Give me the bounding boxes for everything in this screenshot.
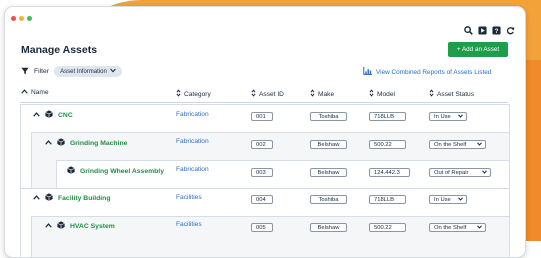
table-row-name[interactable]: Facility Building: [33, 193, 111, 203]
header-divider: [20, 102, 508, 103]
chevron-up-icon[interactable]: [45, 139, 52, 147]
combined-report-link[interactable]: View Combined Reports of Assets Listed: [363, 67, 491, 77]
column-header-label: Name: [31, 89, 49, 96]
column-header-label: Asset ID: [259, 90, 284, 98]
status-value: Out of Repair: [434, 169, 469, 176]
status-select[interactable]: On the Shelf: [429, 140, 486, 149]
asset-name-link[interactable]: Grinding Wheel Assembly: [80, 168, 164, 175]
page-title: Manage Assets: [21, 44, 98, 56]
sort-icon: [310, 89, 315, 99]
maximize-dot[interactable]: [27, 16, 32, 21]
close-dot[interactable]: [11, 16, 16, 21]
chevron-down-icon: [458, 113, 463, 120]
asset-id-field[interactable]: 004: [251, 195, 273, 204]
status-select[interactable]: In Use: [429, 112, 467, 121]
filter-chip-label: Asset Information: [60, 68, 107, 75]
asset-name-link[interactable]: Grinding Machine: [70, 140, 127, 147]
report-link-label: View Combined Reports of Assets Listed: [376, 68, 492, 76]
make-field[interactable]: Belshaw: [310, 140, 347, 149]
sort-icon: [369, 89, 374, 99]
column-header-label: Make: [318, 90, 335, 98]
chevron-up-icon[interactable]: [45, 222, 52, 230]
table-row-name[interactable]: CNC: [33, 110, 73, 120]
column-header-status[interactable]: Asset Status: [429, 89, 474, 99]
column-header-name[interactable]: Name: [21, 89, 49, 96]
table-row-name[interactable]: Grinding Wheel Assembly: [67, 166, 164, 176]
model-field[interactable]: 500.22: [369, 223, 406, 232]
chevron-down-icon: [477, 141, 482, 148]
status-select[interactable]: Out of Repair: [429, 168, 491, 177]
asset-id-field[interactable]: 005: [251, 223, 273, 232]
asset-name-link[interactable]: HVAC System: [70, 223, 115, 230]
column-header-label: Asset Status: [437, 90, 475, 98]
asset-name-link[interactable]: CNC: [58, 112, 73, 119]
status-value: In Use: [434, 196, 451, 203]
svg-text:?: ?: [494, 28, 498, 35]
column-header-label: Model: [377, 90, 395, 98]
column-header-asset-id[interactable]: Asset ID: [251, 89, 284, 99]
help-icon[interactable]: ?: [491, 25, 501, 35]
category-link[interactable]: Facilities: [176, 221, 202, 228]
chevron-down-icon: [477, 224, 482, 231]
column-header-model[interactable]: Model: [369, 89, 395, 99]
play-icon[interactable]: [477, 25, 487, 35]
asset-id-field[interactable]: 002: [251, 140, 273, 149]
refresh-icon[interactable]: [505, 25, 515, 35]
sort-icon: [429, 89, 434, 99]
cube-icon: [45, 110, 53, 120]
chevron-down-icon: [458, 196, 463, 203]
chevron-up-icon[interactable]: [33, 111, 40, 119]
minimize-dot[interactable]: [19, 16, 24, 21]
chevron-up-icon: [21, 89, 28, 96]
asset-name-link[interactable]: Facility Building: [58, 195, 111, 202]
model-field[interactable]: 124.442.3: [369, 168, 410, 177]
make-field[interactable]: Belshaw: [310, 223, 347, 232]
search-icon[interactable]: [463, 25, 473, 35]
sort-icon: [176, 89, 181, 99]
filter-chip[interactable]: Asset Information: [54, 66, 122, 77]
filter-bar: Filter Asset Information: [21, 66, 122, 77]
model-field[interactable]: 500.22: [369, 140, 406, 149]
window-controls: [11, 16, 32, 21]
cube-icon: [57, 221, 65, 231]
make-field[interactable]: Belshaw: [310, 168, 347, 177]
app-window: ? Manage Assets + Add an Asset Filter As…: [4, 6, 526, 258]
model-field[interactable]: 718LLB: [369, 112, 406, 121]
cube-icon: [57, 138, 65, 148]
asset-id-field[interactable]: 003: [251, 168, 273, 177]
chevron-up-icon[interactable]: [33, 194, 40, 202]
cube-icon: [67, 166, 75, 176]
filter-label: Filter: [34, 68, 50, 75]
chevron-down-icon: [109, 68, 116, 75]
model-field[interactable]: 718LLB: [369, 195, 406, 204]
status-select[interactable]: On the Shelf: [429, 223, 486, 232]
make-field[interactable]: Toshiba: [310, 195, 347, 204]
cube-icon: [45, 193, 53, 203]
column-header-label: Category: [184, 90, 211, 98]
status-select[interactable]: In Use: [429, 195, 467, 204]
category-link[interactable]: Fabrication: [176, 166, 209, 173]
asset-id-field[interactable]: 001: [251, 112, 273, 121]
toolbar-icons: ?: [463, 25, 515, 35]
status-value: On the Shelf: [434, 224, 467, 231]
filter-icon[interactable]: [21, 67, 29, 77]
make-field[interactable]: Toshiba: [310, 112, 347, 121]
status-value: On the Shelf: [434, 141, 467, 148]
table-row-name[interactable]: HVAC System: [45, 221, 115, 231]
table-row-name[interactable]: Grinding Machine: [45, 138, 127, 148]
sort-icon: [251, 89, 256, 99]
category-link[interactable]: Fabrication: [176, 111, 209, 118]
report-chart-icon: [363, 67, 372, 77]
column-header-category[interactable]: Category: [176, 89, 211, 99]
column-header-make[interactable]: Make: [310, 89, 334, 99]
status-value: In Use: [434, 113, 451, 120]
chevron-down-icon: [482, 169, 487, 176]
category-link[interactable]: Facilities: [176, 194, 202, 201]
category-link[interactable]: Fabrication: [176, 138, 209, 145]
add-asset-button[interactable]: + Add an Asset: [448, 42, 508, 57]
